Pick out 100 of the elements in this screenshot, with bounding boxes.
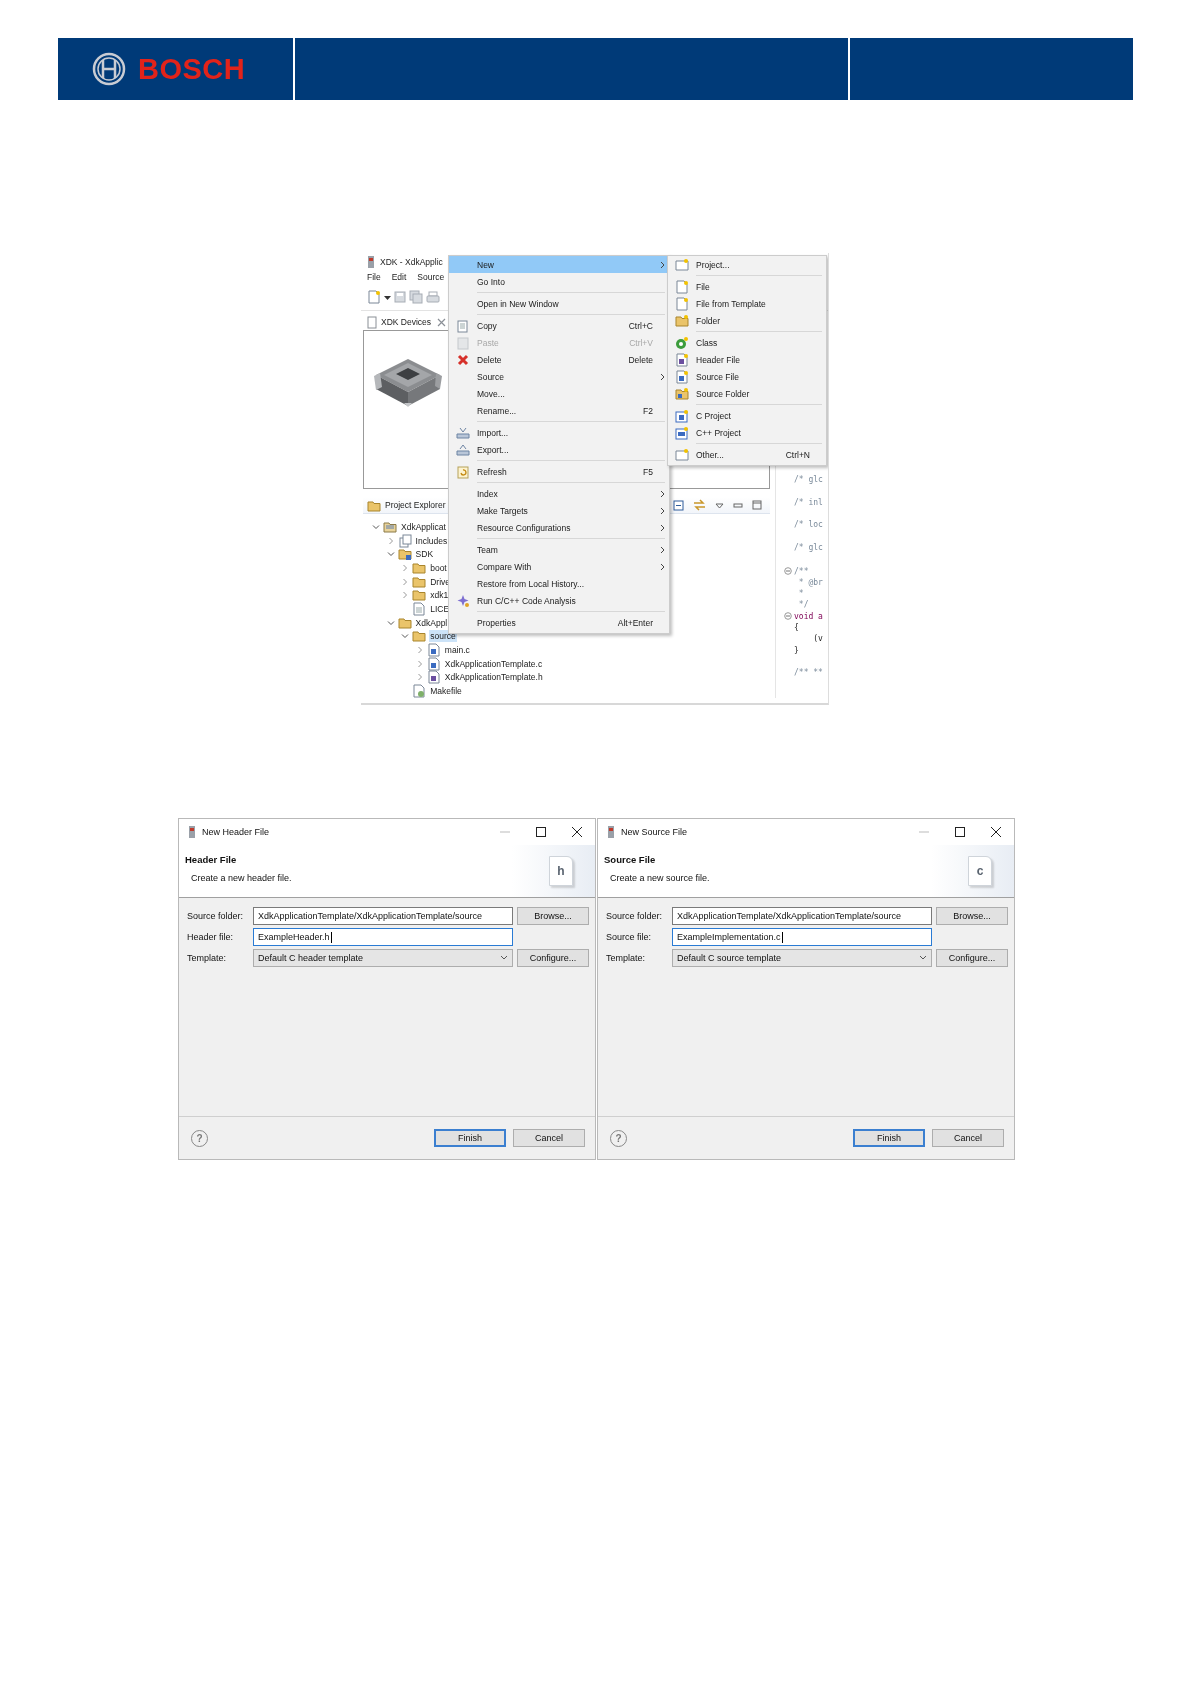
menu-item[interactable]: Import... <box>449 424 669 441</box>
chevron-right-icon[interactable] <box>401 563 410 572</box>
configure-button[interactable]: Configure... <box>936 949 1008 967</box>
menu-item[interactable]: Index <box>449 485 669 502</box>
view-tab-label[interactable]: Project Explorer <box>385 500 446 510</box>
chevron-right-icon[interactable] <box>415 659 424 668</box>
menu-item[interactable]: Make Targets <box>449 502 669 519</box>
view-tab-label[interactable]: XDK Devices <box>381 317 432 327</box>
dropdown[interactable]: Default C header template <box>253 949 513 967</box>
menu-item[interactable]: Export... <box>449 441 669 458</box>
fold-icon[interactable] <box>784 567 792 575</box>
menu-item[interactable]: C++ Project <box>668 424 826 441</box>
menu-item[interactable]: Source File <box>668 368 826 385</box>
maximize-icon[interactable] <box>535 826 547 838</box>
browse-button[interactable]: Browse... <box>517 907 589 925</box>
chevron-down-icon[interactable] <box>401 632 410 641</box>
menu-item[interactable]: Class <box>668 334 826 351</box>
menu-item[interactable]: Header File <box>668 351 826 368</box>
chevron-right-icon[interactable] <box>401 591 410 600</box>
menu-item[interactable]: Source <box>449 368 669 385</box>
tree-item[interactable]: Includes <box>414 534 449 547</box>
chevron-right-icon[interactable] <box>401 577 410 586</box>
file-icon <box>412 601 427 616</box>
chevron-right-icon[interactable] <box>386 536 395 545</box>
tree-item[interactable]: XdkApplicationTemplate.c <box>443 657 544 670</box>
file-icon <box>426 656 441 671</box>
menu-item[interactable]: Team <box>449 541 669 558</box>
code-line: void a <box>794 611 823 621</box>
text-field[interactable]: XdkApplicationTemplate/XdkApplicationTemplate/source <box>253 907 513 925</box>
fold-icon[interactable] <box>784 612 792 621</box>
menu-item[interactable]: Other... Ctrl+N <box>668 446 826 463</box>
minimize-icon[interactable] <box>733 500 743 510</box>
menu-bar-item[interactable]: Source <box>417 272 445 282</box>
print-icon[interactable] <box>426 290 440 304</box>
new-folder-icon <box>675 313 689 328</box>
tree-item[interactable]: XdkApplicat <box>400 520 447 533</box>
menu-item[interactable]: New <box>449 256 669 273</box>
collapse-all-icon[interactable] <box>673 499 684 511</box>
dialog-heading: Source File <box>604 853 657 865</box>
menu-item[interactable]: C Project <box>668 407 826 424</box>
tree-item[interactable]: boot <box>429 561 448 574</box>
menu-item[interactable]: Restore from Local History... <box>449 575 669 592</box>
menu-item[interactable]: Delete Delete <box>449 351 669 368</box>
menu-item[interactable]: Open in New Window <box>449 295 669 312</box>
configure-button[interactable]: Configure... <box>517 949 589 967</box>
dropdown[interactable]: Default C source template <box>672 949 932 967</box>
text-field[interactable]: ExampleHeader.h <box>253 928 513 946</box>
finish-button[interactable]: Finish <box>853 1129 925 1147</box>
dropdown-icon[interactable] <box>715 500 724 510</box>
finish-button[interactable]: Finish <box>434 1129 506 1147</box>
menu-item[interactable]: Folder <box>668 312 826 329</box>
menu-bar-item[interactable]: File <box>367 272 381 282</box>
text-field[interactable]: ExampleImplementation.c <box>672 928 932 946</box>
cancel-button[interactable]: Cancel <box>932 1129 1004 1147</box>
menu-item[interactable]: Rename... F2 <box>449 402 669 419</box>
chevron-right-icon <box>660 260 666 269</box>
chevron-right-icon[interactable] <box>415 673 424 682</box>
code-line: } <box>794 645 799 655</box>
menu-item[interactable]: Refresh F5 <box>449 463 669 480</box>
tree-item[interactable]: SDK <box>414 548 435 561</box>
maximize-icon[interactable] <box>954 826 966 838</box>
close-icon[interactable] <box>571 826 583 838</box>
tree-item[interactable]: LICE <box>429 602 451 615</box>
file-icon <box>426 643 441 658</box>
chevron-down-icon[interactable] <box>372 522 380 531</box>
menu-item[interactable]: Properties Alt+Enter <box>449 614 669 631</box>
menu-item[interactable]: Run C/C++ Code Analysis <box>449 592 669 609</box>
tree-item[interactable]: XdkApplicationTemplate.h <box>443 671 544 684</box>
menu-item[interactable]: Resource Configurations <box>449 519 669 536</box>
window-title: New Source File <box>621 827 688 837</box>
menu-bar-item[interactable]: Edit <box>391 272 407 282</box>
text-field[interactable]: XdkApplicationTemplate/XdkApplicationTemplate/source <box>672 907 932 925</box>
chevron-right-icon[interactable] <box>415 646 424 655</box>
code-line: /* glc <box>794 475 823 484</box>
menu-item[interactable]: Move... <box>449 385 669 402</box>
window-title: XDK - XdkApplic <box>380 256 443 267</box>
menu-item[interactable]: Project... <box>668 256 826 273</box>
tree-item[interactable]: xdk1 <box>429 589 450 602</box>
tree-item[interactable]: XdkAppl <box>414 616 449 629</box>
menu-item[interactable]: Source Folder <box>668 385 826 402</box>
header-file-icon <box>675 352 689 367</box>
tree-item[interactable]: main.c <box>443 644 471 657</box>
close-icon[interactable] <box>990 826 1002 838</box>
tree-item[interactable]: source <box>429 630 457 643</box>
chevron-down-icon[interactable] <box>386 550 395 559</box>
chevron-down-icon[interactable] <box>386 618 395 627</box>
browse-button[interactable]: Browse... <box>936 907 1008 925</box>
save-all-icon[interactable] <box>409 290 423 304</box>
tree-item[interactable]: Drive <box>429 575 452 588</box>
link-icon[interactable] <box>693 499 706 511</box>
project-icon <box>675 425 689 440</box>
tree-item[interactable]: Makefile <box>429 685 463 698</box>
menu-item[interactable]: File from Template <box>668 295 826 312</box>
menu-item[interactable]: Compare With <box>449 558 669 575</box>
folder-icon <box>383 519 397 534</box>
menu-item[interactable]: Go Into <box>449 273 669 290</box>
cancel-button[interactable]: Cancel <box>513 1129 585 1147</box>
menu-item[interactable]: Copy Ctrl+C <box>449 317 669 334</box>
file-icon <box>412 684 427 699</box>
menu-item[interactable]: File <box>668 278 826 295</box>
